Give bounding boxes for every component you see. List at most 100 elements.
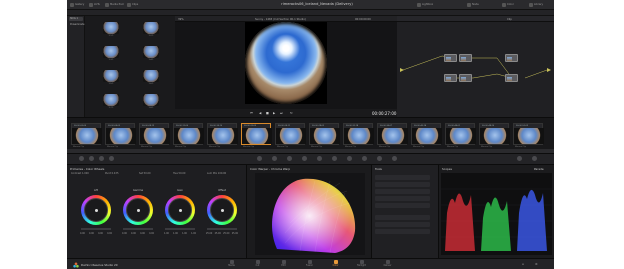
page-tab-color[interactable]: Color bbox=[331, 260, 340, 267]
node-02[interactable] bbox=[459, 54, 472, 62]
node-toggle[interactable]: Node bbox=[467, 2, 479, 7]
motion-effects-icon[interactable] bbox=[109, 156, 114, 161]
tool-option[interactable] bbox=[375, 182, 430, 187]
clip-thumbnail[interactable]: 00:00:12:00 Monaco Clip bbox=[173, 123, 204, 148]
clip-thumbnail[interactable]: 00:00:04:03 Monaco Clip bbox=[105, 123, 136, 148]
clip-thumbnail[interactable]: 00:00:16:10 Monaco Clip bbox=[207, 123, 238, 148]
tool-option[interactable] bbox=[375, 196, 430, 201]
wheel-value[interactable]: 0.00 bbox=[140, 232, 145, 235]
clips-toggle[interactable]: Clips bbox=[127, 2, 138, 7]
page-tab-fairlight[interactable]: Fairlight bbox=[357, 260, 366, 267]
wheel-value[interactable]: 0.00 bbox=[89, 232, 94, 235]
clip-thumbnail[interactable]: 00:00:48:20 Monaco Clip bbox=[479, 123, 510, 148]
tool-option[interactable] bbox=[375, 175, 430, 180]
blur-icon[interactable] bbox=[347, 156, 352, 161]
album-powergrade[interactable]: PowerGrade bbox=[69, 23, 85, 27]
color-wheel-offset[interactable] bbox=[207, 195, 237, 225]
gallery-still[interactable] bbox=[143, 22, 159, 34]
zoom-level[interactable]: 39% bbox=[178, 18, 184, 21]
gallery-still[interactable] bbox=[143, 94, 159, 106]
color-warper-icon[interactable] bbox=[272, 156, 277, 161]
viewer-frame[interactable] bbox=[245, 22, 327, 104]
color-wheel-gamma[interactable] bbox=[123, 195, 153, 225]
page-tab-fusion[interactable]: Fusion bbox=[305, 260, 314, 267]
tool-option[interactable] bbox=[375, 222, 430, 227]
luts-toggle[interactable]: LUTs bbox=[89, 2, 100, 7]
clip-thumbnail[interactable]: 00:00:40:14 Monaco Clip bbox=[411, 123, 442, 148]
color-wheels-icon[interactable] bbox=[89, 156, 94, 161]
lightbox-toggle[interactable]: Lightbox bbox=[417, 2, 433, 7]
node-04[interactable] bbox=[459, 74, 472, 82]
gallery-still[interactable] bbox=[143, 46, 159, 58]
media-pool-toggle[interactable]: Media Pool bbox=[105, 2, 124, 7]
page-tab-media[interactable]: Media bbox=[227, 260, 236, 267]
primaries-param[interactable]: Lum Mix 100.00 bbox=[207, 172, 226, 175]
gallery-still[interactable] bbox=[103, 94, 119, 106]
stop-icon[interactable]: ■ bbox=[266, 111, 269, 115]
node-03[interactable] bbox=[444, 74, 457, 82]
qualifier-icon[interactable] bbox=[287, 156, 292, 161]
chroma-warp-grid[interactable] bbox=[255, 173, 365, 255]
wheel-value[interactable]: 25.00 bbox=[223, 232, 229, 235]
scope-mode-select[interactable]: Parade bbox=[534, 167, 544, 171]
wheel-handle[interactable] bbox=[178, 208, 182, 212]
primaries-param[interactable]: Hue 50.00 bbox=[173, 172, 185, 175]
clip-thumbnail[interactable]: 00:00:24:11 Monaco Clip bbox=[275, 123, 306, 148]
sizing-icon[interactable] bbox=[377, 156, 382, 161]
curves-icon[interactable] bbox=[257, 156, 262, 161]
tracker-icon[interactable] bbox=[317, 156, 322, 161]
primaries-param[interactable]: Pivot 0.435 bbox=[105, 172, 118, 175]
gallery-still[interactable] bbox=[103, 22, 119, 34]
gallery-toggle[interactable]: Gallery bbox=[70, 2, 84, 7]
clip-thumbnail[interactable]: 00:00:28:02 Monaco Clip bbox=[309, 123, 340, 148]
gallery-still[interactable] bbox=[103, 46, 119, 58]
page-tab-cut[interactable]: Cut bbox=[253, 260, 262, 267]
wheel-value[interactable]: 0.00 bbox=[107, 232, 112, 235]
wheel-value[interactable]: 25.00 bbox=[232, 232, 238, 235]
wheel-handle[interactable] bbox=[220, 208, 224, 212]
tool-option[interactable] bbox=[375, 203, 430, 208]
wheel-value[interactable]: 0.00 bbox=[122, 232, 127, 235]
primaries-param[interactable]: Sat 50.00 bbox=[139, 172, 151, 175]
node-mode[interactable]: Clip bbox=[507, 18, 512, 21]
play-reverse-icon[interactable]: ◀ bbox=[259, 111, 261, 115]
wheel-value[interactable]: 0.00 bbox=[131, 232, 136, 235]
tool-option[interactable] bbox=[375, 229, 430, 234]
info-icon[interactable] bbox=[532, 156, 537, 161]
loop-icon[interactable]: ↻ bbox=[290, 111, 293, 115]
clip-thumbnail[interactable]: 00:00:36:07 Monaco Clip bbox=[377, 123, 408, 148]
wheel-value[interactable]: 0.00 bbox=[80, 232, 85, 235]
window-icon[interactable] bbox=[302, 156, 307, 161]
page-tab-deliver[interactable]: Deliver bbox=[383, 260, 392, 267]
wheel-value[interactable]: 1.00 bbox=[182, 232, 187, 235]
home-icon[interactable]: ⌂ bbox=[522, 262, 524, 266]
wheel-value[interactable]: 0.00 bbox=[98, 232, 103, 235]
key-icon[interactable] bbox=[362, 156, 367, 161]
clip-thumbnail[interactable]: 00:00:32:18 Monaco Clip bbox=[343, 123, 374, 148]
node-01[interactable] bbox=[444, 54, 457, 62]
library-toggle[interactable]: Library bbox=[529, 2, 543, 7]
primaries-param[interactable]: Contrast 1.000 bbox=[71, 172, 89, 175]
wheel-master-slider[interactable] bbox=[81, 228, 111, 230]
gallery-still[interactable] bbox=[143, 70, 159, 82]
wheel-value[interactable]: 0.00 bbox=[149, 232, 154, 235]
wheel-master-slider[interactable] bbox=[123, 228, 153, 230]
3d-icon[interactable] bbox=[392, 156, 397, 161]
clip-thumbnail[interactable]: 00:00:44:01 Monaco Clip bbox=[445, 123, 476, 148]
color-wheel-lift[interactable] bbox=[81, 195, 111, 225]
wheel-master-slider[interactable] bbox=[165, 228, 195, 230]
color-toggle[interactable]: Color bbox=[502, 2, 514, 7]
wheel-value[interactable]: 25.00 bbox=[215, 232, 221, 235]
node-05[interactable] bbox=[505, 74, 518, 82]
wheel-handle[interactable] bbox=[94, 208, 98, 212]
wheel-handle[interactable] bbox=[136, 208, 140, 212]
color-wheel-gain[interactable] bbox=[165, 195, 195, 225]
gallery-still[interactable] bbox=[103, 70, 119, 82]
scopes-icon[interactable] bbox=[517, 156, 522, 161]
clip-thumbnail[interactable]: 00:00:08:19 Monaco Clip bbox=[139, 123, 170, 148]
wheel-value[interactable]: 25.00 bbox=[206, 232, 212, 235]
tool-option[interactable] bbox=[375, 215, 430, 220]
settings-icon[interactable]: ⚙ bbox=[535, 262, 538, 266]
rgb-mixer-icon[interactable] bbox=[99, 156, 104, 161]
magic-mask-icon[interactable] bbox=[332, 156, 337, 161]
